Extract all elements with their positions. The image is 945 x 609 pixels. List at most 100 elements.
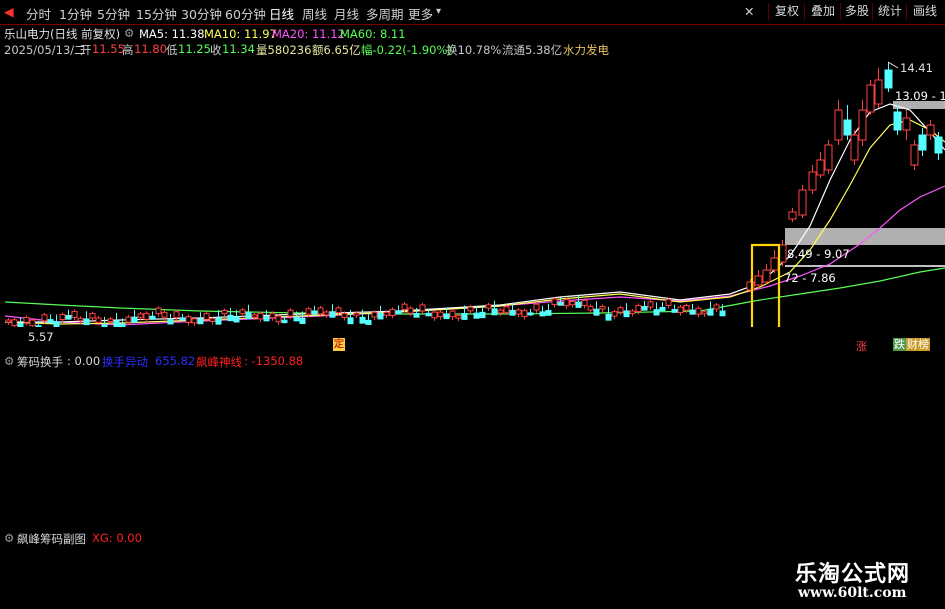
- candle-body: [203, 313, 210, 320]
- candle-body: [275, 315, 282, 323]
- candle-body: [143, 312, 150, 320]
- candle-body: [167, 319, 174, 325]
- candle-body: [770, 257, 779, 271]
- candle-body: [641, 306, 648, 311]
- candle-body: [521, 310, 528, 318]
- candle-body: [563, 299, 570, 307]
- candle-body: [515, 309, 522, 315]
- candle-body: [527, 312, 534, 316]
- candle-body: [311, 310, 318, 315]
- high-arrow-icon: [887, 61, 899, 69]
- candle-body: [227, 314, 234, 322]
- candle-body: [353, 312, 360, 316]
- candle-body: [53, 321, 60, 327]
- candle-body: [816, 159, 825, 176]
- candle-body: [155, 307, 162, 315]
- candle-body: [659, 306, 666, 312]
- panel3-settings-icon[interactable]: ⚙: [4, 531, 14, 545]
- candle-body: [419, 304, 426, 312]
- low-label: 低: [166, 43, 178, 57]
- candle-body: [605, 313, 612, 321]
- candle-body: [461, 312, 468, 320]
- candle-body: [551, 298, 558, 305]
- candle-body: [329, 311, 336, 318]
- candle-body: [473, 312, 480, 319]
- sector-name[interactable]: 水力发电: [563, 42, 609, 58]
- candle-body: [365, 319, 372, 325]
- candle-body: [131, 316, 138, 323]
- candle-body: [395, 310, 402, 315]
- candle-body: [239, 309, 246, 315]
- float-value: 流通5.38亿: [502, 43, 563, 57]
- candle-body: [545, 310, 552, 316]
- candle-body: [383, 311, 390, 316]
- candle-body: [95, 317, 102, 323]
- candle-body: [569, 300, 576, 306]
- candle-body: [617, 307, 624, 313]
- panel3-title: 飙峰筹码副图: [17, 532, 86, 546]
- candle-body: [185, 316, 192, 323]
- candle-body: [251, 314, 258, 318]
- candle-body: [119, 323, 126, 327]
- peak-line-value: : -1350.88: [244, 354, 304, 368]
- candle-body: [245, 312, 252, 320]
- watermark-url: www.60lt.com: [798, 585, 907, 601]
- candle-body: [788, 211, 797, 220]
- candle-body: [101, 324, 108, 327]
- candle-body: [713, 304, 720, 310]
- candle-body: [575, 301, 582, 308]
- candle-body: [431, 311, 438, 319]
- candle-body: [671, 308, 678, 313]
- candle-body: [437, 311, 444, 318]
- candlestick-group: [5, 62, 943, 327]
- candle-body: [843, 119, 852, 136]
- candle-body: [599, 305, 606, 310]
- candle-body: [533, 303, 540, 311]
- candle-body: [371, 311, 378, 318]
- low-price-label: 5.57: [28, 330, 54, 344]
- candle-body: [305, 308, 312, 315]
- candle-body: [41, 314, 48, 322]
- candle-body: [359, 316, 366, 324]
- candle-body: [449, 310, 456, 318]
- marker-zhang[interactable]: 涨: [856, 338, 867, 354]
- candle-body: [389, 308, 396, 316]
- peak-line-label: 飙峰神线: [196, 355, 242, 369]
- candle-body: [762, 269, 771, 283]
- turnover-value: 换10.78%: [446, 43, 502, 57]
- candle-body: [798, 189, 807, 216]
- candle-body: [17, 322, 24, 327]
- ma5-value: MA5: 11.38: [139, 27, 205, 41]
- amount-value: 额6.65亿: [312, 43, 361, 57]
- chip-range-label-2: 8.49 - 9.07: [787, 247, 850, 261]
- ma60-value: MA60: 8.11: [340, 27, 406, 41]
- chip-range-label-1: 13.09 - 12: [895, 89, 945, 103]
- candle-body: [824, 144, 833, 171]
- candle-body: [665, 298, 672, 306]
- candle-body: [695, 307, 702, 315]
- candle-body: [497, 309, 504, 314]
- candle-body: [629, 310, 636, 314]
- quote-date: 2025/05/13/二: [4, 43, 86, 57]
- candle-body: [443, 313, 450, 320]
- candle-body: [893, 111, 902, 131]
- candle-body: [161, 311, 168, 318]
- candle-body: [647, 301, 654, 308]
- candle-body: [377, 312, 384, 320]
- candle-body: [233, 316, 240, 323]
- candle-body: [197, 318, 204, 325]
- panel2-settings-icon[interactable]: ⚙: [4, 354, 14, 368]
- candle-body: [884, 69, 893, 89]
- candle-body: [689, 309, 696, 315]
- candle-body: [209, 318, 216, 322]
- marker-caibang[interactable]: 财榜: [906, 338, 930, 351]
- candle-body: [455, 315, 462, 319]
- candle-body: [467, 306, 474, 312]
- low-value: 11.25: [178, 42, 211, 56]
- candle-body: [491, 308, 498, 316]
- marker-die[interactable]: 跌: [893, 338, 906, 351]
- marker-ding[interactable]: 定: [333, 338, 345, 351]
- high-value: 11.80: [134, 42, 167, 56]
- candle-body: [263, 315, 270, 322]
- settings-gear-icon[interactable]: ⚙: [124, 26, 134, 40]
